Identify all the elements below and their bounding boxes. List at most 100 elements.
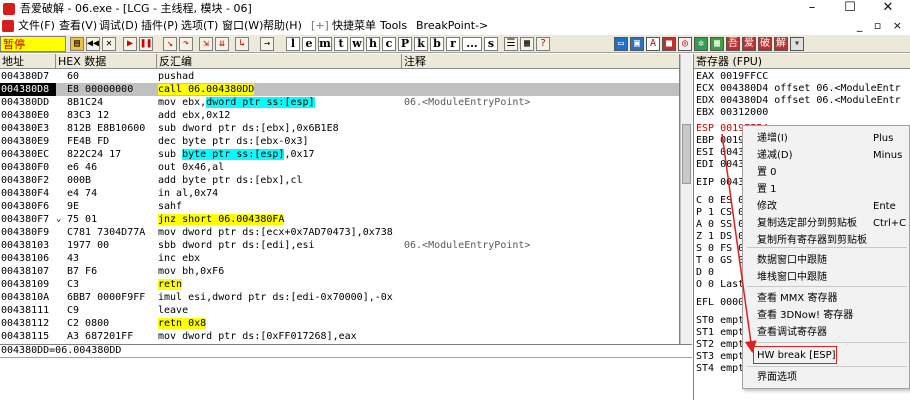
toolbar-p[interactable]: P — [398, 37, 412, 51]
disasm-row[interactable]: 004380F4 e4 74 in al,0x74 — [0, 187, 679, 200]
context-menu-item[interactable]: 复制所有寄存器到剪贴板 — [757, 234, 867, 247]
disasm-row[interactable]: 004380F7 ⌄ 75 01 jnz short 06.004380FA — [0, 213, 679, 226]
column-disasm[interactable]: 反汇编 — [157, 54, 402, 69]
menu-plus[interactable]: [+] — [311, 19, 329, 33]
toolbar-more[interactable]: ... — [462, 37, 482, 51]
help-icon[interactable]: ? — [536, 37, 550, 51]
disasm-row[interactable]: 004380E3 812B E8B10600 sub dword ptr ds:[e… — [0, 122, 679, 135]
register-line[interactable]: ECX 004380D4 offset 06.<ModuleEntr — [696, 83, 901, 95]
disasm-row[interactable]: 004380DD 8B1C24 mov ebx,dword ptr ss:[esp]… — [0, 96, 679, 109]
context-menu-item[interactable]: 置 0 — [757, 166, 777, 179]
disasm-row[interactable]: 004380D8 E8 00000000 call 06.004380DD — [0, 83, 679, 96]
menu-breakpoint[interactable]: BreakPoint-> — [416, 19, 488, 33]
close-process-icon[interactable]: ✕ — [102, 37, 116, 51]
context-menu-item[interactable]: 查看 3DNow! 寄存器 — [757, 309, 853, 322]
context-menu-item[interactable]: 置 1 — [757, 183, 777, 196]
disasm-row[interactable]: 004380F2 000B add byte ptr ds:[ebx],cl — [0, 174, 679, 187]
registers-header[interactable]: 寄存器 (FPU) — [694, 54, 910, 69]
target-icon[interactable]: ◎ — [678, 37, 692, 51]
list-icon[interactable]: ☰ — [504, 37, 518, 51]
context-menu-item[interactable]: 查看调试寄存器 — [757, 326, 827, 339]
disasm-row[interactable]: 004380F9 C781 7304D77A mov dword ptr ds:[e… — [0, 226, 679, 239]
trace-into-icon[interactable]: ⇲ — [199, 37, 213, 51]
trace-over-icon[interactable]: ⇊ — [215, 37, 229, 51]
context-menu-item[interactable]: 复制选定部分到剪贴板 — [757, 217, 857, 230]
mdi-app-icon[interactable] — [2, 20, 14, 32]
gear-icon[interactable]: ✲ — [694, 37, 708, 51]
dump-pane[interactable] — [0, 357, 692, 400]
disasm-row[interactable]: 0043810A 6BB7 0000F9FF imul esi,dword ptr … — [0, 291, 679, 304]
execute-till-return-icon[interactable]: ↳ — [235, 37, 249, 51]
toolbar-h[interactable]: h — [366, 37, 380, 51]
more-tools-icon[interactable]: ▾ — [790, 37, 804, 51]
close-button[interactable]: ✕ — [870, 0, 906, 18]
restart-icon[interactable]: ◀◀ — [86, 37, 100, 51]
toolbar-l[interactable]: l — [286, 37, 300, 51]
grid-icon[interactable]: ▦ — [520, 37, 534, 51]
menu-tools[interactable]: Tools — [380, 19, 407, 33]
menu-window[interactable]: 窗口(W) — [222, 19, 263, 33]
register-line[interactable]: D 0 — [696, 267, 714, 279]
minimize-button[interactable]: – — [794, 0, 830, 18]
menu-shortcut[interactable]: 快捷菜单 — [332, 19, 376, 33]
context-menu-item[interactable]: 堆栈窗口中跟随 — [757, 271, 827, 284]
menu-file[interactable]: 文件(F) — [18, 19, 55, 33]
maximize-button[interactable]: ☐ — [832, 0, 868, 18]
disassembly-pane[interactable]: 地址 HEX 数据 反汇编 注释 004380D7 60 pushad 004380D… — [0, 54, 680, 344]
mdi-window-controls[interactable]: _ ▫ × — [857, 19, 906, 32]
disasm-row[interactable]: 00438107 B7 F6 mov bh,0xF6 — [0, 265, 679, 278]
disasm-row[interactable]: 00438109 C3 retn — [0, 278, 679, 291]
disk-icon[interactable]: ▭ — [614, 37, 628, 51]
window-icon[interactable]: ▣ — [630, 37, 644, 51]
menu-view[interactable]: 查看(V) — [59, 19, 97, 33]
column-comment[interactable]: 注释 — [402, 54, 679, 69]
disassembly-scrollbar[interactable] — [680, 54, 692, 344]
disasm-row[interactable]: 004380E0 83C3 12 add ebx,0x12 — [0, 109, 679, 122]
tool-icon-4[interactable]: 解 — [774, 37, 788, 51]
step-over-icon[interactable]: ↷ — [179, 37, 193, 51]
disasm-row[interactable]: 00438111 C9 leave — [0, 304, 679, 317]
context-menu-item[interactable]: 递减(D) — [757, 149, 793, 162]
context-menu-item[interactable]: 数据窗口中跟随 — [757, 254, 827, 267]
register-line[interactable]: EDX 004380D4 offset 06.<ModuleEntr — [696, 95, 901, 107]
context-menu-item[interactable]: 查看 MMX 寄存器 — [757, 292, 837, 305]
step-into-icon[interactable]: ↘ — [163, 37, 177, 51]
context-menu-item[interactable]: 界面选项 — [757, 371, 797, 384]
goto-icon[interactable]: → — [260, 37, 274, 51]
disasm-row[interactable]: 00438103 1977 00 sbb dword ptr ds:[edi],es… — [0, 239, 679, 252]
register-line[interactable]: EAX 0019FFCC — [696, 71, 768, 83]
toolbar-s[interactable]: s — [484, 37, 498, 51]
toolbar-r[interactable]: r — [446, 37, 460, 51]
toolbar-c[interactable]: c — [382, 37, 396, 51]
disasm-row[interactable]: 00438112 C2 0800 retn 0x8 — [0, 317, 679, 330]
toolbar-t[interactable]: t — [334, 37, 348, 51]
toolbar-w[interactable]: w — [350, 37, 364, 51]
open-icon[interactable]: ▤ — [70, 37, 84, 51]
tool-icon-1[interactable]: 吾 — [726, 37, 740, 51]
a-icon[interactable]: A — [646, 37, 660, 51]
disasm-row[interactable]: 004380E9 FE4B FD dec byte ptr ds:[ebx-0x3] — [0, 135, 679, 148]
context-menu-item[interactable]: 修改 — [757, 200, 777, 213]
disasm-row[interactable]: 00438106 43 inc ebx — [0, 252, 679, 265]
column-hex[interactable]: HEX 数据 — [56, 54, 157, 69]
disasm-row[interactable]: 00438115 A3 687201FF mov dword ptr ds:[0xF… — [0, 330, 679, 343]
tool-icon-2[interactable]: 爱 — [742, 37, 756, 51]
toolbar-b[interactable]: b — [430, 37, 444, 51]
table-icon[interactable]: ▦ — [710, 37, 724, 51]
stop-icon[interactable]: ■ — [662, 37, 676, 51]
menu-options[interactable]: 选项(T) — [181, 19, 218, 33]
disasm-row[interactable]: 004380F6 9E sahf — [0, 200, 679, 213]
toolbar-m[interactable]: m — [318, 37, 332, 51]
menu-plugins[interactable]: 插件(P) — [141, 19, 178, 33]
toolbar-e[interactable]: e — [302, 37, 316, 51]
pause-icon[interactable]: ❚❚ — [139, 37, 153, 51]
register-line[interactable]: EBX 00312000 — [696, 107, 768, 119]
menu-help[interactable]: 帮助(H) — [263, 19, 302, 33]
menu-debug[interactable]: 调试(D) — [99, 19, 138, 33]
run-icon[interactable]: ▶ — [123, 37, 137, 51]
tool-icon-3[interactable]: 破 — [758, 37, 772, 51]
disasm-row[interactable]: 004380F0 e6 46 out 0x46,al — [0, 161, 679, 174]
disasm-row[interactable]: 004380EC 822C24 17 sub byte ptr ss:[esp],0… — [0, 148, 679, 161]
toolbar-k[interactable]: k — [414, 37, 428, 51]
context-menu-item[interactable]: 递增(I) — [757, 132, 788, 145]
